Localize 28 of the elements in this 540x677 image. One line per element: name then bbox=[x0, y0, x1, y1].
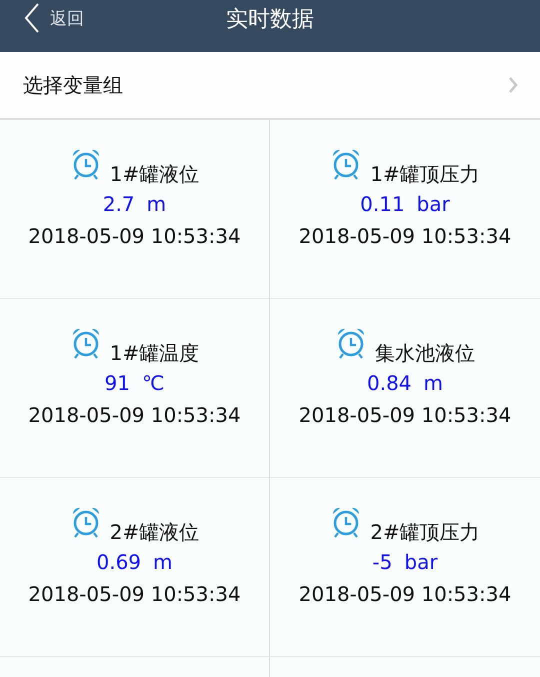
timestamp: 2018-05-09 10:53:34 bbox=[28, 224, 241, 248]
timestamp: 2018-05-09 10:53:34 bbox=[28, 582, 241, 606]
variable-unit: m bbox=[146, 192, 166, 216]
variable-value: -5 bbox=[372, 550, 392, 574]
variable-value: 0.11 bbox=[360, 192, 405, 216]
variable-unit: bar bbox=[416, 192, 450, 216]
page-title: 实时数据 bbox=[226, 6, 314, 34]
timestamp: 2018-05-09 10:53:34 bbox=[28, 403, 241, 427]
variable-name: 1#罐液位 bbox=[110, 161, 200, 188]
variable-unit: ℃ bbox=[142, 371, 164, 395]
timestamp: 2018-05-09 10:53:34 bbox=[298, 403, 512, 427]
chevron-right-icon bbox=[508, 77, 518, 93]
variable-value: 0.84 bbox=[366, 371, 412, 395]
variable-unit: m bbox=[424, 371, 443, 395]
variable-unit: m bbox=[153, 550, 172, 574]
variable-name: 集水池液位 bbox=[375, 340, 475, 367]
variable-value: 2.7 bbox=[102, 192, 135, 216]
variable-name: 1#罐温度 bbox=[110, 340, 200, 367]
variable-unit: bar bbox=[404, 550, 438, 574]
alarm-clock-icon bbox=[335, 327, 367, 359]
variable-name: 1#罐顶压力 bbox=[370, 161, 480, 188]
variable-value: 91 bbox=[104, 371, 130, 395]
variable-name: 2#罐顶压力 bbox=[370, 519, 480, 546]
back-button[interactable]: 返回 bbox=[24, 3, 84, 33]
timestamp: 2018-05-09 10:53:34 bbox=[298, 582, 512, 606]
timestamp: 2018-05-09 10:53:34 bbox=[298, 224, 512, 248]
variable-value: 0.69 bbox=[96, 550, 142, 574]
variable-name: 2#罐液位 bbox=[110, 519, 200, 546]
